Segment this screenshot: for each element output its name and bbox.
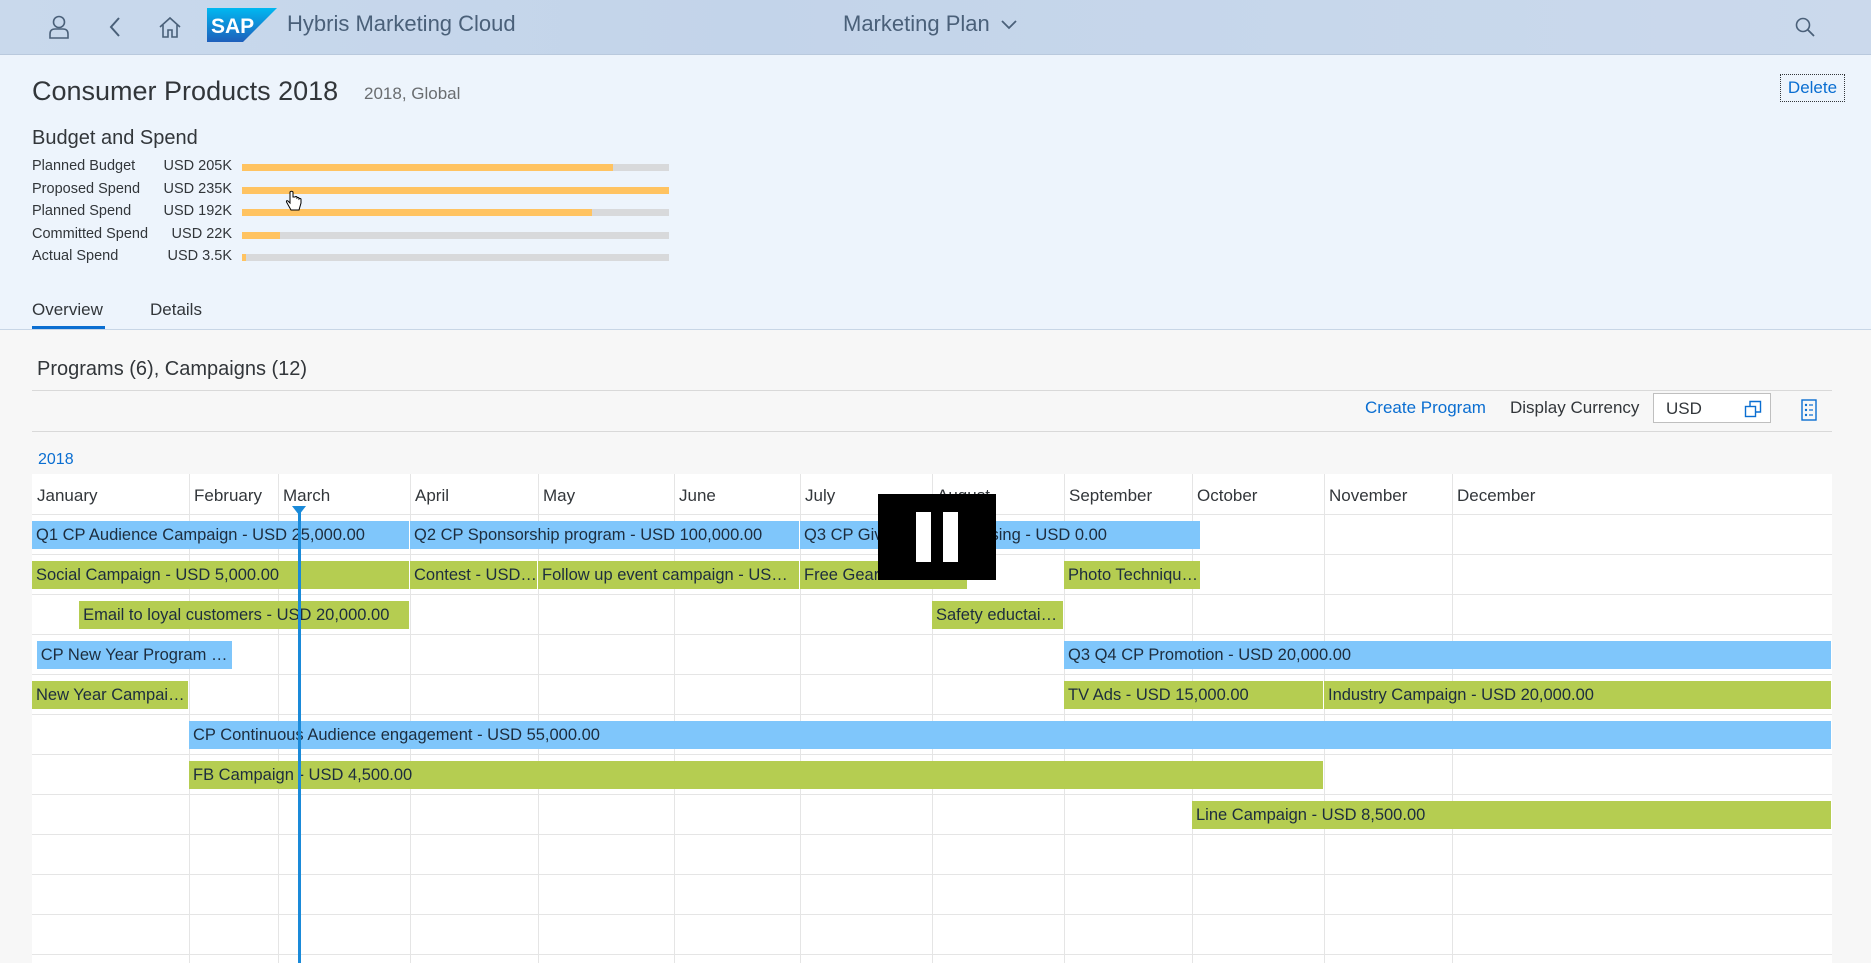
home-icon[interactable]: [153, 10, 187, 44]
budget-title: Budget and Spend: [32, 127, 198, 149]
budget-bar-fill: [242, 186, 669, 194]
budget-row: Committed Spend USD 22K: [32, 226, 672, 244]
create-program-link[interactable]: Create Program: [1365, 398, 1486, 418]
row-gridline: [32, 834, 1832, 835]
row-gridline: [32, 874, 1832, 875]
campaign-bar[interactable]: TV Ads - USD 15,000.00: [1064, 681, 1323, 709]
pause-bar: [916, 512, 931, 562]
budget-row-value: USD 235K: [163, 180, 232, 197]
month-label: September: [1069, 486, 1153, 505]
campaign-bar[interactable]: Industry Campaign - USD 20,000.00: [1324, 681, 1831, 709]
program-bar[interactable]: Q1 CP Audience Campaign - USD 25,000.00: [32, 521, 409, 549]
row-gridline: [32, 594, 1832, 595]
program-bar[interactable]: Q2 CP Sponsorship program - USD 100,000.…: [410, 521, 799, 549]
budget-bar-fill: [242, 254, 247, 261]
user-icon[interactable]: [42, 10, 76, 44]
page-subtitle: 2018, Global: [364, 84, 461, 103]
budget-row: Proposed Spend USD 235K: [32, 181, 672, 199]
display-currency-input[interactable]: USD: [1653, 393, 1771, 423]
row-gridline: [32, 634, 1832, 635]
budget-row-label: Proposed Spend: [32, 180, 141, 197]
budget-row: Planned Spend USD 192K: [32, 203, 672, 221]
row-gridline: [32, 714, 1832, 715]
header-divider: [0, 329, 1871, 330]
month-label: April: [415, 486, 450, 505]
currency-value: USD: [1666, 399, 1702, 418]
campaign-bar[interactable]: New Year Campaign - USD 5,000.00: [32, 681, 188, 709]
pause-bar: [943, 512, 958, 562]
chevron-down-icon: [1001, 20, 1017, 30]
budget-bar-track: [242, 209, 669, 216]
pause-icon[interactable]: [878, 494, 996, 580]
month-label: June: [679, 486, 716, 505]
budget-row-label: Planned Spend: [32, 203, 132, 219]
month-label: February: [194, 486, 263, 505]
budget-bar-track: [242, 164, 669, 171]
page-title: Consumer Products 2018: [32, 76, 339, 106]
budget-row-value: USD 22K: [171, 225, 232, 242]
tab-overview[interactable]: Overview: [32, 300, 103, 320]
campaign-bar[interactable]: Follow up event campaign - USD 0,000.00: [538, 561, 799, 589]
value-help-icon[interactable]: [1744, 400, 1762, 418]
budget-row: Planned Budget USD 205K: [32, 158, 672, 176]
display-currency-label: Display Currency: [1510, 398, 1640, 417]
campaign-bar[interactable]: Safety eductaion - USD 5,000.00: [932, 601, 1063, 629]
budget-row-value: USD 3.5K: [167, 248, 232, 264]
tab-details[interactable]: Details: [150, 300, 202, 320]
row-gridline: [32, 754, 1832, 755]
budget-bar-track: [242, 254, 669, 261]
hand-cursor-icon: [285, 190, 302, 211]
program-bar[interactable]: Q3 CP Give Away Advertising - USD 0.00: [800, 521, 1201, 549]
today-marker-icon[interactable]: [292, 506, 306, 515]
budget-bar-track: [242, 186, 669, 194]
budget-bar-fill: [242, 231, 281, 239]
month-label: July: [805, 486, 836, 505]
back-icon[interactable]: [98, 10, 132, 44]
campaign-bar[interactable]: Email to loyal customers - USD 20,000.00: [79, 601, 409, 629]
budget-bar-fill: [242, 164, 614, 171]
campaign-bar[interactable]: Social Campaign - USD 5,000.00: [32, 561, 409, 589]
month-gridline: [1324, 474, 1325, 963]
campaign-bar[interactable]: Line Campaign - USD 8,500.00: [1192, 801, 1831, 829]
program-bar[interactable]: CP Continuous Audience engagement - USD …: [189, 721, 1831, 749]
program-bar[interactable]: CP New Year Program - USD 10,000.00: [36, 641, 233, 669]
budget-row-value: USD 205K: [163, 158, 232, 174]
row-gridline: [32, 794, 1832, 795]
budget-row-label: Committed Spend: [32, 225, 149, 242]
search-icon[interactable]: [1788, 10, 1822, 44]
budget-row-label: Planned Budget: [32, 158, 136, 174]
program-bar[interactable]: Q3 Q4 CP Promotion - USD 20,000.00: [1064, 641, 1831, 669]
row-gridline: [32, 914, 1832, 915]
sap-logo-text: SAP: [211, 15, 254, 38]
month-label: March: [283, 486, 331, 505]
shell-bar: SAP Hybris Marketing Cloud Marketing Pla…: [0, 0, 1871, 55]
plan-title-menu[interactable]: Marketing Plan: [843, 11, 1018, 37]
campaign-bar[interactable]: FB Campaign - USD 4,500.00: [189, 761, 1323, 789]
app-title: Hybris Marketing Cloud: [287, 11, 516, 36]
campaign-bar[interactable]: Photo Technique Workshop: [1064, 561, 1201, 589]
timeline-year: 2018: [38, 451, 74, 468]
month-label: October: [1197, 486, 1258, 505]
today-line: [298, 512, 301, 963]
budget-bar-track: [242, 231, 669, 239]
sap-logo[interactable]: SAP: [207, 8, 277, 42]
table-settings-icon[interactable]: [1797, 398, 1821, 422]
month-label: May: [543, 486, 576, 505]
row-gridline: [32, 674, 1832, 675]
section-title: Programs (6), Campaigns (12): [37, 358, 308, 380]
row-gridline: [32, 954, 1832, 955]
campaign-bar[interactable]: Contest - USD 40,000.00: [410, 561, 537, 589]
month-label: January: [37, 486, 98, 505]
month-label: November: [1329, 486, 1408, 505]
month-gridline: [1452, 474, 1453, 963]
budget-row-value: USD 192K: [163, 203, 232, 219]
budget-row-label: Actual Spend: [32, 248, 119, 264]
month-label: December: [1457, 486, 1536, 505]
budget-row: Actual Spend USD 3.5K: [32, 248, 672, 266]
delete-button[interactable]: Delete: [1780, 74, 1845, 102]
plan-title-label: Marketing Plan: [843, 11, 990, 36]
